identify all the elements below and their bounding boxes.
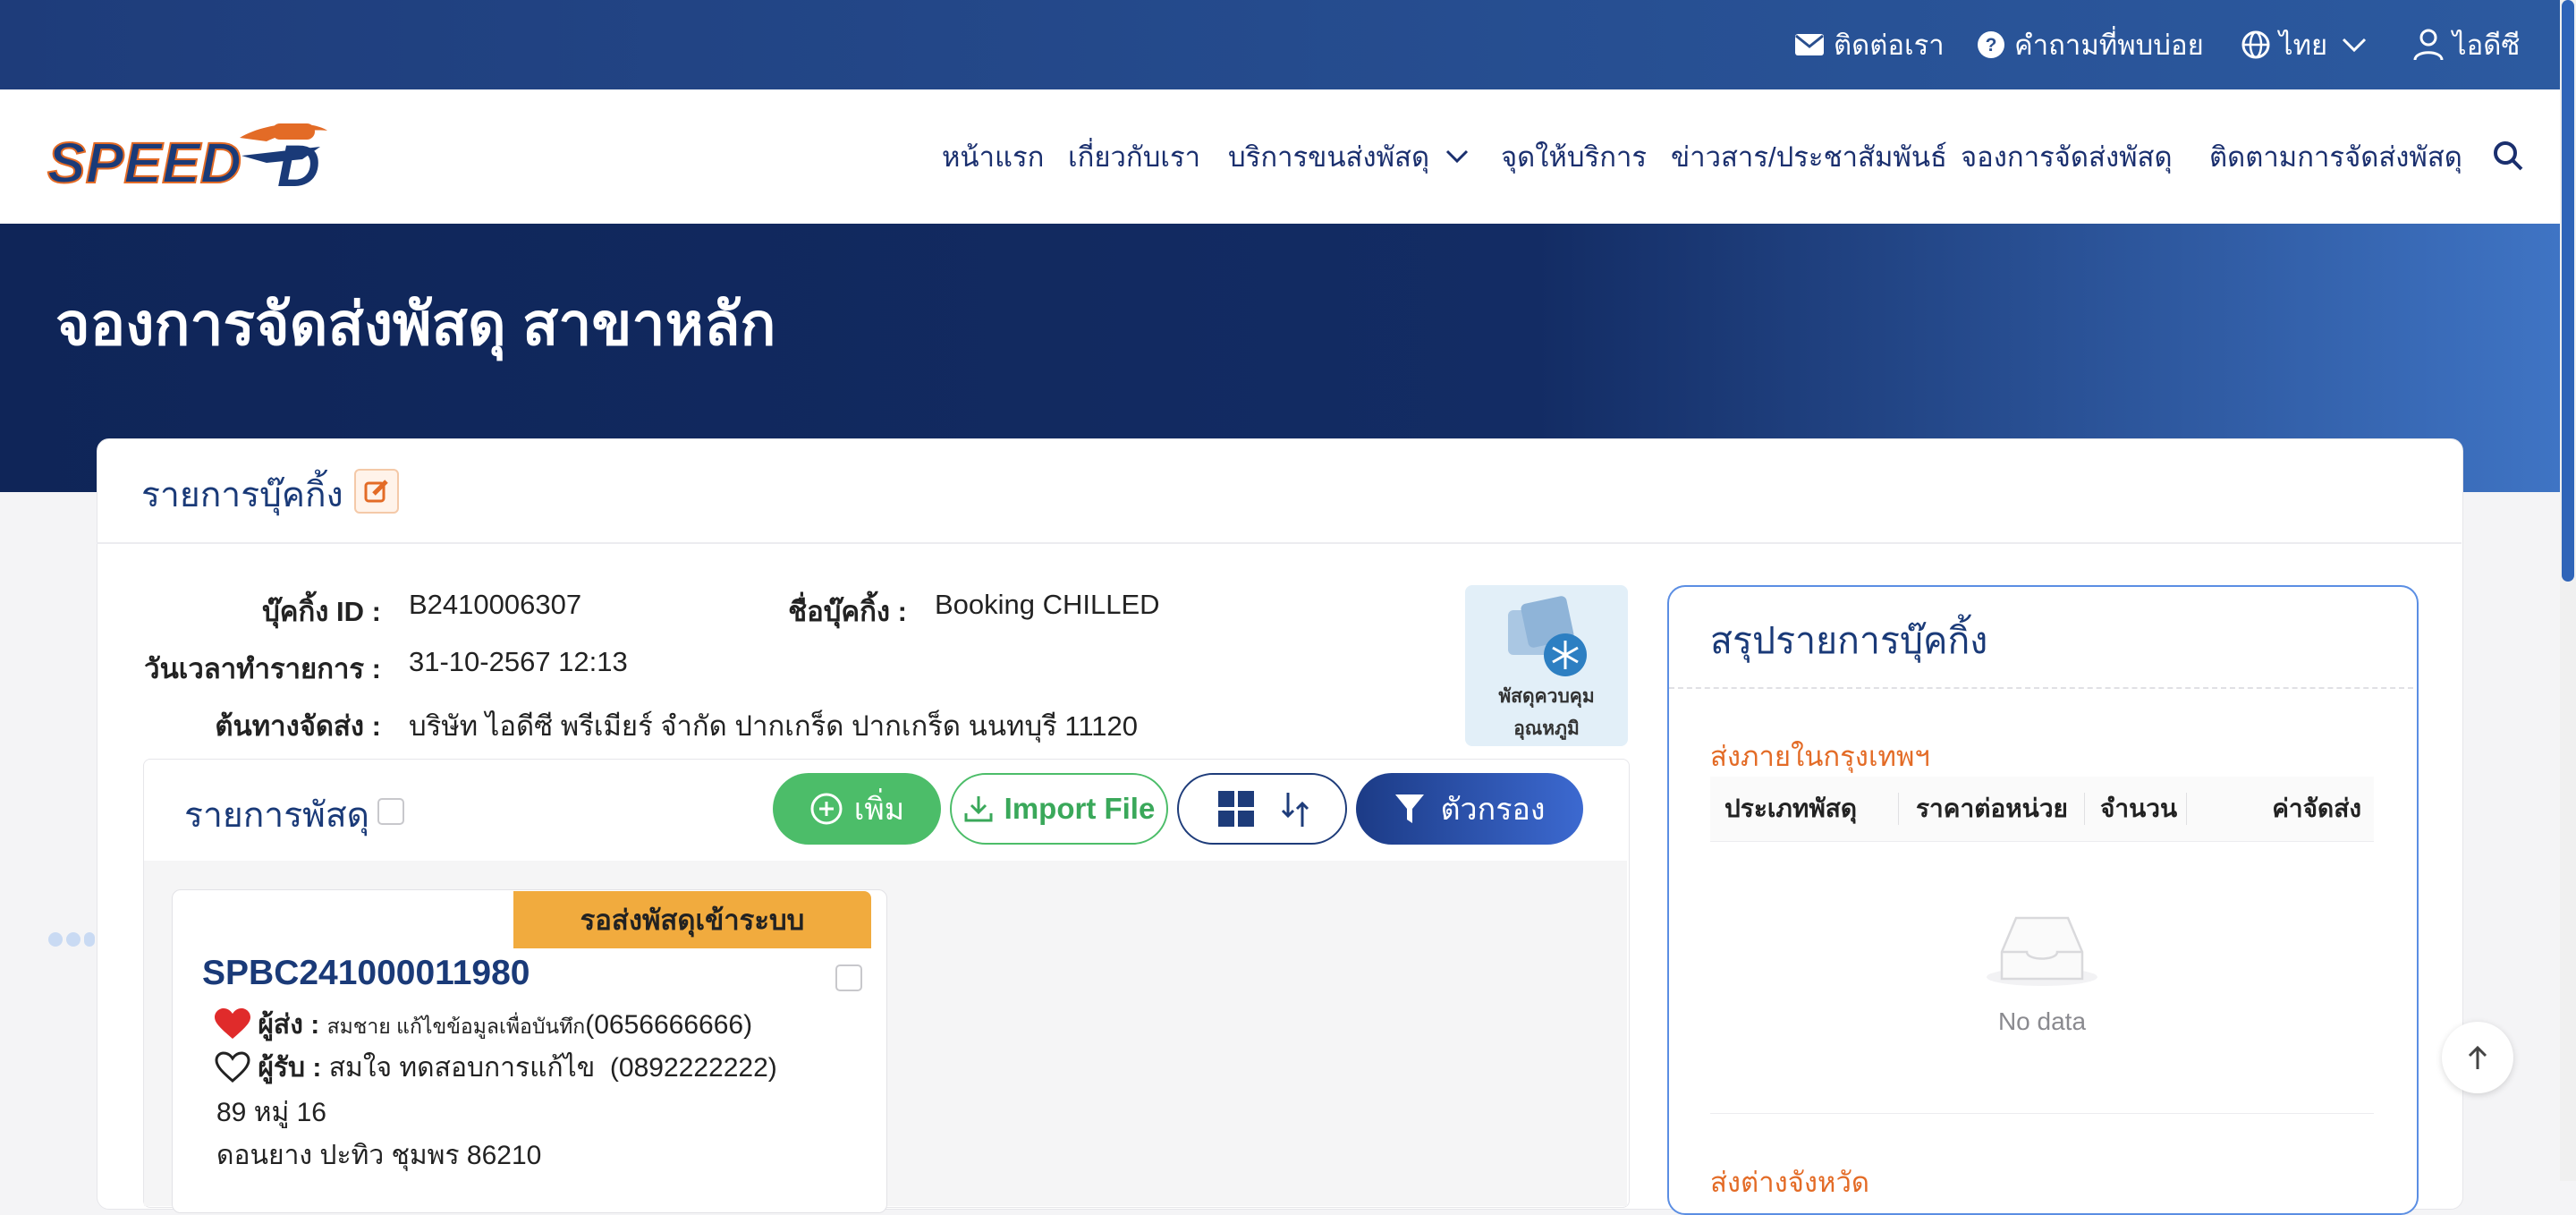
speed-d-logo[interactable]: SPEED D: [43, 120, 331, 199]
parcel-tracking-code[interactable]: SPBC241000011980: [202, 954, 530, 993]
nav-tracking[interactable]: ติดตามการจัดส่งพัสดุ: [2209, 89, 2462, 224]
scrollbar-thumb[interactable]: [2562, 0, 2574, 582]
grid-icon: [1218, 791, 1254, 827]
empty-inbox-icon: [1984, 911, 2100, 988]
plus-circle-icon: [810, 793, 843, 825]
column-quantity: จำนวน: [2100, 794, 2178, 822]
divider: [1710, 1113, 2374, 1114]
language-label: ไทย: [2279, 30, 2328, 61]
summary-title: สรุปรายการบุ๊คกิ้ง: [1710, 620, 1988, 661]
add-parcel-button[interactable]: เพิ่ม: [773, 773, 941, 845]
sender-phone: (0656666666): [585, 1010, 753, 1040]
booking-name-value: Booking CHILLED: [935, 589, 1160, 620]
address-line-2: ดอนยาง ปะทิว ชุมพร 86210: [216, 1141, 542, 1170]
receiver-phone: (0892222222): [609, 1053, 777, 1083]
nav-home[interactable]: หน้าแรก: [942, 89, 1044, 224]
receiver-label: ผู้รับ :: [258, 1053, 322, 1083]
booking-origin-value: บริษัท ไอดีซี พรีเมียร์ จำกัด ปากเกร็ด ป…: [409, 710, 1139, 742]
heart-filled-icon: [215, 1008, 250, 1039]
nav-services-label: บริการขนส่งพัสดุ: [1228, 141, 1430, 173]
booking-datetime-label: วันเวลาทำรายการ :: [144, 653, 381, 684]
column-parcel-type: ประเภทพัสดุ: [1724, 794, 1858, 822]
booking-section-title: รายการบุ๊คกิ้ง: [141, 476, 343, 514]
summary-province-heading: ส่งต่างจังหวัด: [1710, 1167, 1870, 1198]
import-file-label: Import File: [1004, 792, 1156, 825]
snowflake-package-icon: [1508, 596, 1587, 676]
contact-label: ติดต่อเรา: [1834, 30, 1945, 61]
download-icon: [964, 796, 993, 822]
nav-news[interactable]: ข่าวสาร/ประชาสัมพันธ์: [1671, 89, 1947, 224]
nav-about[interactable]: เกี่ยวกับเรา: [1068, 89, 1200, 224]
edit-icon: [364, 480, 388, 503]
svg-text:SPEED: SPEED: [47, 131, 242, 191]
address-line-1: 89 หมู่ 16: [216, 1098, 326, 1127]
user-label: ไอดีซี: [2453, 30, 2521, 61]
parcel-receiver-line: ผู้รับ : สมใจ ทดสอบการแก้ไข (0892222222): [215, 1047, 777, 1089]
column-separator: [2084, 793, 2085, 825]
parcel-checkbox[interactable]: [835, 964, 862, 991]
sender-name: สมชาย แก้ไขข้อมูลเพื่อบันทึก: [326, 1015, 586, 1038]
select-all-checkbox[interactable]: [377, 798, 404, 825]
loading-dot: [48, 932, 63, 947]
booking-id-label: บุ๊คกิ้ง ID :: [262, 596, 381, 627]
language-selector[interactable]: ไทย: [2241, 0, 2376, 89]
parcel-sender-line: ผู้ส่ง : สมชาย แก้ไขข้อมูลเพื่อบันทึก(06…: [215, 1004, 752, 1046]
filter-icon: [1395, 794, 1425, 823]
chilled-label-line1: พัสดุควบคุม: [1498, 686, 1595, 707]
filter-label: ตัวกรอง: [1440, 793, 1546, 827]
chevron-down-icon: [1446, 149, 1469, 164]
column-separator: [1898, 793, 1899, 825]
view-toggle-button[interactable]: [1177, 773, 1347, 845]
booking-datetime-value: 31-10-2567 12:13: [409, 646, 628, 677]
mail-icon: [1795, 34, 1824, 55]
sort-icon: [1281, 793, 1309, 827]
empty-state-text: No data: [1997, 1007, 2087, 1035]
edit-booking-button[interactable]: [354, 469, 399, 514]
nav-services[interactable]: บริการขนส่งพัสดุ: [1228, 89, 1469, 224]
faq-label: คำถามที่พบบ่อย: [2014, 30, 2204, 61]
user-menu[interactable]: ไอดีซี: [2413, 0, 2520, 89]
parcel-section-title: รายการพัสดุ: [184, 796, 369, 835]
column-separator: [2186, 793, 2187, 825]
svg-text:?: ?: [1986, 35, 1997, 55]
parcel-status-badge: รอส่งพัสดุเข้าระบบ: [513, 891, 871, 948]
globe-icon: [2241, 30, 2270, 59]
chevron-down-icon: [2343, 38, 2367, 53]
column-unit-price: ราคาต่อหน่วย: [1916, 794, 2068, 822]
booking-id-value: B2410006307: [409, 589, 582, 620]
receiver-name: สมใจ ทดสอบการแก้ไข: [328, 1053, 596, 1083]
back-to-top-button[interactable]: [2442, 1022, 2513, 1093]
booking-origin-label: ต้นทางจัดส่ง :: [215, 710, 381, 742]
add-parcel-label: เพิ่ม: [853, 793, 905, 827]
page-title: จองการจัดส่งพัสดุ สาขาหลัก: [55, 291, 776, 357]
search-icon[interactable]: [2492, 140, 2524, 172]
chilled-label-line2: อุณหภูมิ: [1513, 718, 1580, 739]
faq-link[interactable]: ? คำถามที่พบบ่อย: [1977, 0, 2204, 89]
divider: [1669, 687, 2413, 689]
column-shipping-fee: ค่าจัดส่ง: [2272, 794, 2361, 822]
divider: [97, 542, 2462, 544]
question-circle-icon: ?: [1978, 31, 2004, 58]
booking-name-label: ชื่อบุ๊คกิ้ง :: [788, 596, 907, 627]
arrow-up-icon: [2468, 1045, 2487, 1069]
import-file-button[interactable]: Import File: [950, 773, 1168, 845]
loading-dot: [84, 932, 95, 947]
svg-text:D: D: [277, 132, 320, 191]
contact-link[interactable]: ติดต่อเรา: [1794, 0, 1945, 89]
heart-outline-icon: [215, 1051, 250, 1083]
filter-button[interactable]: ตัวกรอง: [1356, 773, 1583, 845]
summary-bangkok-heading: ส่งภายในกรุงเทพฯ: [1710, 741, 1930, 772]
sender-label: ผู้ส่ง :: [258, 1010, 320, 1040]
nav-service-points[interactable]: จุดให้บริการ: [1501, 89, 1647, 224]
user-icon: [2413, 29, 2444, 61]
nav-booking[interactable]: จองการจัดส่งพัสดุ: [1961, 89, 2173, 224]
booking-summary-panel: [1667, 585, 2419, 1215]
loading-dot: [66, 932, 80, 947]
